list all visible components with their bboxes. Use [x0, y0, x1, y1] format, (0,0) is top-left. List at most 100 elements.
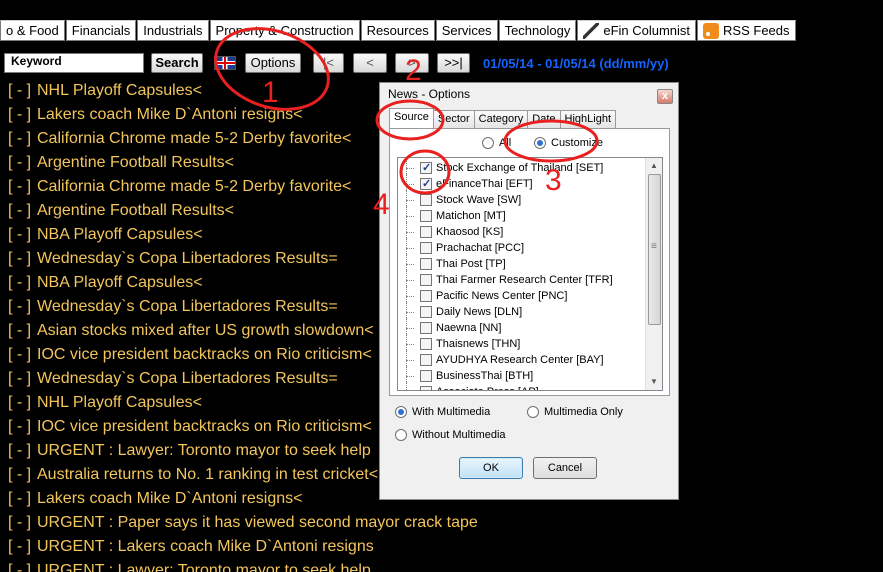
- previous-page-button[interactable]: <: [353, 53, 387, 73]
- headline-text[interactable]: Wednesday`s Copa Libertadores Results=: [37, 370, 338, 388]
- headline-text[interactable]: NBA Playoff Capsules<: [37, 274, 203, 292]
- headline-text[interactable]: Wednesday`s Copa Libertadores Results=: [37, 250, 338, 268]
- headline-text[interactable]: NBA Playoff Capsules<: [37, 226, 203, 244]
- source-item[interactable]: AYUDHYA Research Center [BAY]: [400, 350, 643, 370]
- headline-text[interactable]: URGENT : Lawyer: Toronto mayor to seek h…: [37, 442, 371, 460]
- options-button[interactable]: Options: [245, 53, 301, 73]
- source-customize-radio[interactable]: Customize: [534, 137, 603, 149]
- collapse-toggle[interactable]: [ - ]: [0, 322, 37, 340]
- category-tab[interactable]: Services: [435, 20, 498, 41]
- search-button[interactable]: Search: [151, 53, 203, 73]
- category-tab[interactable]: Resources: [360, 20, 435, 41]
- without-multimedia-radio[interactable]: Without Multimedia: [395, 429, 506, 441]
- last-page-button[interactable]: >>|: [437, 53, 470, 73]
- source-item[interactable]: Stock Wave [SW]: [400, 190, 643, 210]
- collapse-toggle[interactable]: [ - ]: [0, 178, 37, 196]
- source-item[interactable]: eFinanceThai [EFT]: [400, 174, 643, 194]
- collapse-toggle[interactable]: [ - ]: [0, 274, 37, 292]
- headline-text[interactable]: IOC vice president backtracks on Rio cri…: [37, 418, 372, 436]
- source-checkbox[interactable]: [420, 210, 432, 222]
- collapse-toggle[interactable]: [ - ]: [0, 370, 37, 388]
- source-item[interactable]: Khaosod [KS]: [400, 222, 643, 242]
- headline-text[interactable]: Argentine Football Results<: [37, 154, 234, 172]
- scroll-down-arrow-icon[interactable]: ▼: [646, 374, 662, 390]
- collapse-toggle[interactable]: [ - ]: [0, 298, 37, 316]
- category-tab[interactable]: Property & Construction: [209, 20, 360, 41]
- headline-text[interactable]: Australia returns to No. 1 ranking in te…: [37, 466, 378, 484]
- category-tab[interactable]: RSS Feeds: [697, 20, 796, 41]
- headline-row[interactable]: [ - ] URGENT : Lawyer: Toronto mayor to s…: [0, 559, 883, 572]
- source-checkbox[interactable]: [420, 306, 432, 318]
- dialog-tab[interactable]: HighLight: [559, 110, 617, 128]
- source-item[interactable]: Prachachat [PCC]: [400, 238, 643, 258]
- headline-text[interactable]: Lakers coach Mike D`Antoni resigns<: [37, 490, 302, 508]
- source-item[interactable]: Stock Exchange of Thailand [SET]: [400, 160, 643, 178]
- source-item[interactable]: Associate Press [AP]: [400, 382, 643, 390]
- multimedia-only-radio[interactable]: Multimedia Only: [527, 406, 623, 418]
- source-checkbox[interactable]: [420, 338, 432, 350]
- close-icon[interactable]: x: [657, 89, 673, 104]
- headline-text[interactable]: IOC vice president backtracks on Rio cri…: [37, 346, 372, 364]
- category-tab[interactable]: Financials: [65, 20, 137, 41]
- collapse-toggle[interactable]: [ - ]: [0, 538, 37, 556]
- category-tab[interactable]: Industrials: [137, 20, 209, 41]
- ok-button[interactable]: OK: [459, 457, 523, 479]
- source-checkbox[interactable]: [420, 370, 432, 382]
- dialog-tab[interactable]: Date: [527, 110, 561, 128]
- source-item[interactable]: BusinessThai [BTH]: [400, 366, 643, 386]
- collapse-toggle[interactable]: [ - ]: [0, 514, 37, 532]
- source-item[interactable]: Thai Farmer Research Center [TFR]: [400, 270, 643, 290]
- source-checkbox[interactable]: [420, 258, 432, 270]
- source-item[interactable]: Thaisnews [THN]: [400, 334, 643, 354]
- headline-text[interactable]: URGENT : Lakers coach Mike D`Antoni resi…: [37, 538, 374, 556]
- first-page-button[interactable]: |<: [313, 53, 344, 73]
- collapse-toggle[interactable]: [ - ]: [0, 490, 37, 508]
- collapse-toggle[interactable]: [ - ]: [0, 346, 37, 364]
- headline-text[interactable]: Wednesday`s Copa Libertadores Results=: [37, 298, 338, 316]
- source-checkbox[interactable]: [420, 177, 432, 190]
- headline-text[interactable]: California Chrome made 5-2 Derby favorit…: [37, 130, 351, 148]
- category-tab[interactable]: eFin Columnist: [577, 20, 697, 41]
- source-item[interactable]: Thai Post [TP]: [400, 254, 643, 274]
- source-item[interactable]: Daily News [DLN]: [400, 302, 643, 322]
- category-tab[interactable]: o & Food: [0, 20, 65, 41]
- source-checkbox[interactable]: [420, 290, 432, 302]
- source-item[interactable]: Naewna [NN]: [400, 318, 643, 338]
- dialog-tab[interactable]: Source: [389, 108, 434, 129]
- collapse-toggle[interactable]: [ - ]: [0, 394, 37, 412]
- collapse-toggle[interactable]: [ - ]: [0, 130, 37, 148]
- source-checkbox[interactable]: [420, 274, 432, 286]
- headline-text[interactable]: NHL Playoff Capsules<: [37, 394, 202, 412]
- headline-row[interactable]: [ - ] URGENT : Lakers coach Mike D`Antoni…: [0, 535, 883, 559]
- collapse-toggle[interactable]: [ - ]: [0, 466, 37, 484]
- scroll-thumb[interactable]: [648, 174, 661, 325]
- source-list-scrollbar[interactable]: ▲ ▼: [645, 158, 662, 390]
- headline-text[interactable]: URGENT : Paper says it has viewed second…: [37, 514, 478, 532]
- with-multimedia-radio[interactable]: With Multimedia: [395, 406, 490, 418]
- headline-text[interactable]: Asian stocks mixed after US growth slowd…: [37, 322, 374, 340]
- headline-text[interactable]: Argentine Football Results<: [37, 202, 234, 220]
- headline-text[interactable]: URGENT : Lawyer: Toronto mayor to seek h…: [37, 562, 371, 572]
- keyword-input[interactable]: Keyword: [4, 53, 144, 73]
- collapse-toggle[interactable]: [ - ]: [0, 442, 37, 460]
- source-item[interactable]: Pacific News Center [PNC]: [400, 286, 643, 306]
- collapse-toggle[interactable]: [ - ]: [0, 562, 37, 572]
- scroll-up-arrow-icon[interactable]: ▲: [646, 158, 662, 174]
- collapse-toggle[interactable]: [ - ]: [0, 226, 37, 244]
- source-all-radio[interactable]: All: [482, 137, 511, 149]
- collapse-toggle[interactable]: [ - ]: [0, 418, 37, 436]
- collapse-toggle[interactable]: [ - ]: [0, 250, 37, 268]
- source-checkbox[interactable]: [420, 242, 432, 254]
- source-checkbox[interactable]: [420, 354, 432, 366]
- headline-text[interactable]: California Chrome made 5-2 Derby favorit…: [37, 178, 351, 196]
- uk-flag-icon[interactable]: [214, 56, 236, 70]
- dialog-tab[interactable]: Sector: [432, 110, 475, 128]
- headline-text[interactable]: NHL Playoff Capsules<: [37, 82, 202, 100]
- cancel-button[interactable]: Cancel: [533, 457, 597, 479]
- source-checkbox[interactable]: [420, 226, 432, 238]
- source-item[interactable]: Matichon [MT]: [400, 206, 643, 226]
- dialog-tab[interactable]: Category: [473, 110, 529, 128]
- collapse-toggle[interactable]: [ - ]: [0, 82, 37, 100]
- collapse-toggle[interactable]: [ - ]: [0, 202, 37, 220]
- category-tab[interactable]: Technology: [498, 20, 577, 41]
